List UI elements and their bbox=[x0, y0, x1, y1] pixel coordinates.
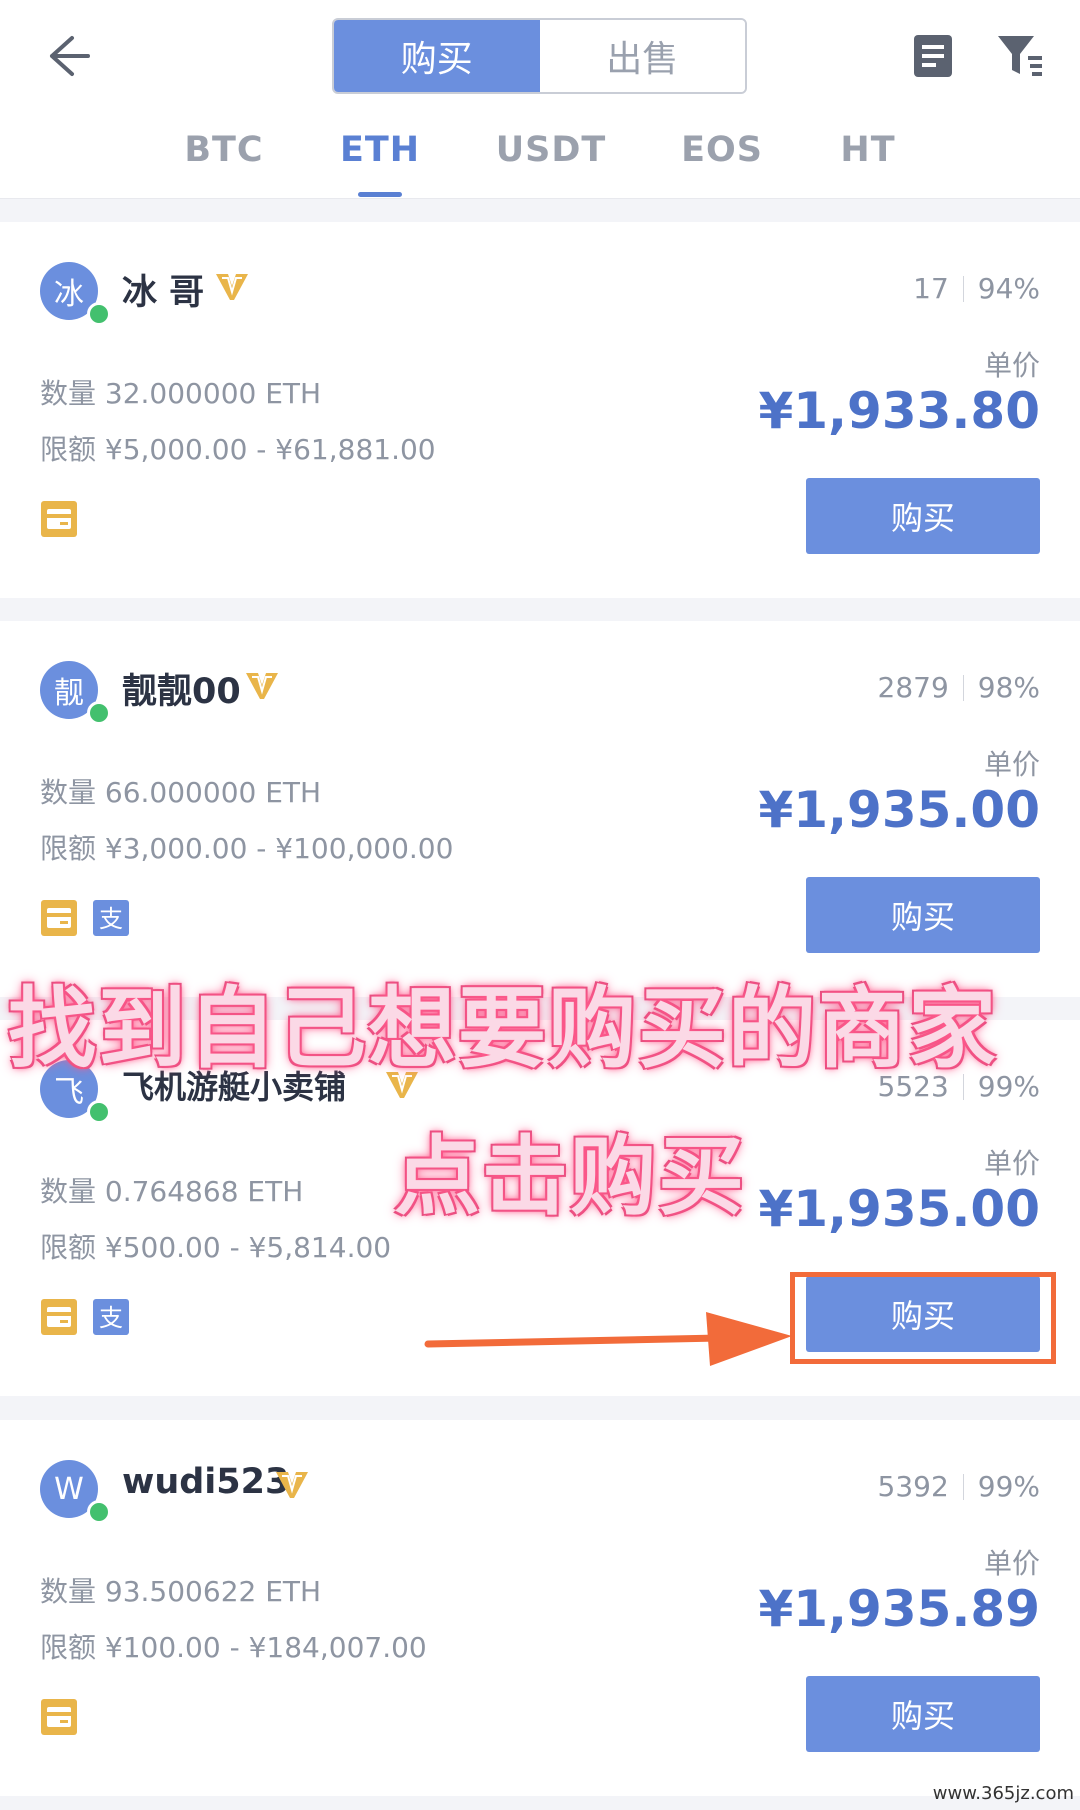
back-arrow-icon[interactable] bbox=[38, 28, 94, 84]
limit-range: 限额 ¥3,000.00 - ¥100,000.00 bbox=[40, 832, 454, 865]
alipay-icon: 支 bbox=[93, 900, 129, 936]
online-status-icon bbox=[87, 1500, 111, 1524]
limit-range: 限额 ¥500.00 - ¥5,814.00 bbox=[40, 1231, 392, 1264]
tutorial-caption-line2: 点击购买 bbox=[394, 1127, 746, 1227]
buy-sell-toggle: 购买 出售 bbox=[332, 18, 747, 94]
top-header: 购买 出售 BTC ETH USDT EOS HT bbox=[0, 0, 1080, 199]
pointer-arrow-icon bbox=[424, 1312, 792, 1366]
unit-price: ¥1,935.00 bbox=[758, 1180, 1040, 1238]
quantity: 数量 66.000000 ETH bbox=[40, 776, 322, 809]
quantity: 数量 0.764868 ETH bbox=[40, 1175, 304, 1208]
completion-rate: 99% bbox=[977, 1470, 1040, 1503]
buy-button[interactable]: 购买 bbox=[806, 877, 1040, 953]
online-status-icon bbox=[87, 1100, 111, 1124]
quantity: 数量 32.000000 ETH bbox=[40, 377, 322, 410]
listing-card: 靓 靓靓00 2879 98% 单价 ¥1,935.00 数量 66.000000… bbox=[0, 621, 1080, 997]
merchant-name[interactable]: 靓靓00 bbox=[122, 663, 241, 714]
price-label: 单价 bbox=[983, 349, 1040, 382]
filter-icon[interactable] bbox=[996, 32, 1044, 80]
merchant-stats: 2879 98% bbox=[878, 671, 1041, 704]
buy-button[interactable]: 购买 bbox=[806, 1676, 1040, 1752]
unit-price: ¥1,935.00 bbox=[758, 781, 1040, 839]
limit-range: 限额 ¥5,000.00 - ¥61,881.00 bbox=[40, 433, 436, 466]
listing-card: W wudi523 5392 99% 单价 ¥1,935.89 数量 93.500… bbox=[0, 1420, 1080, 1796]
document-icon[interactable] bbox=[912, 33, 954, 79]
watermark: www.365jz.com bbox=[932, 1783, 1074, 1804]
coin-tabs: BTC ETH USDT EOS HT bbox=[0, 130, 1080, 198]
quantity: 数量 93.500622 ETH bbox=[40, 1575, 322, 1608]
order-count: 2879 bbox=[877, 671, 949, 704]
completion-rate: 98% bbox=[977, 671, 1040, 704]
svg-text:支: 支 bbox=[99, 905, 123, 933]
svg-text:支: 支 bbox=[99, 1304, 123, 1332]
tab-btc[interactable]: BTC bbox=[184, 130, 263, 170]
completion-rate: 94% bbox=[977, 272, 1040, 305]
unit-price: ¥1,933.80 bbox=[758, 382, 1040, 440]
segment-buy[interactable]: 购买 bbox=[334, 20, 540, 92]
bank-card-icon bbox=[41, 501, 77, 537]
vip-badge-icon bbox=[276, 1472, 308, 1498]
vip-badge-icon bbox=[246, 673, 278, 699]
buy-button[interactable]: 购买 bbox=[806, 478, 1040, 554]
active-tab-indicator bbox=[358, 192, 402, 197]
bank-card-icon bbox=[41, 900, 77, 936]
unit-price: ¥1,935.89 bbox=[758, 1580, 1040, 1638]
bank-card-icon bbox=[41, 1299, 77, 1335]
highlight-frame bbox=[790, 1272, 1056, 1364]
online-status-icon bbox=[87, 701, 111, 725]
tab-usdt[interactable]: USDT bbox=[496, 130, 607, 170]
bank-card-icon bbox=[41, 1699, 77, 1735]
limit-range: 限额 ¥100.00 - ¥184,007.00 bbox=[40, 1631, 427, 1664]
tab-eos[interactable]: EOS bbox=[681, 130, 763, 170]
vip-badge-icon bbox=[216, 274, 248, 300]
merchant-stats: 5392 99% bbox=[878, 1470, 1041, 1503]
tab-eth[interactable]: ETH bbox=[340, 130, 420, 170]
tab-ht[interactable]: HT bbox=[840, 130, 895, 170]
price-label: 单价 bbox=[983, 1147, 1040, 1180]
order-count: 5392 bbox=[877, 1470, 949, 1503]
alipay-icon: 支 bbox=[93, 1299, 129, 1335]
merchant-stats: 17 94% bbox=[913, 272, 1040, 305]
listing-card: 冰 冰 哥 17 94% 单价 ¥1,933.80 数量 32.000000 ET… bbox=[0, 222, 1080, 598]
order-count: 17 bbox=[913, 272, 949, 305]
price-label: 单价 bbox=[983, 748, 1040, 781]
merchant-name[interactable]: wudi523 bbox=[122, 1462, 289, 1502]
price-label: 单价 bbox=[983, 1547, 1040, 1580]
online-status-icon bbox=[87, 302, 111, 326]
merchant-name[interactable]: 冰 哥 bbox=[122, 264, 204, 315]
segment-sell[interactable]: 出售 bbox=[539, 20, 745, 92]
tutorial-caption-line1: 找到自己想要购买的商家 bbox=[8, 977, 999, 1080]
